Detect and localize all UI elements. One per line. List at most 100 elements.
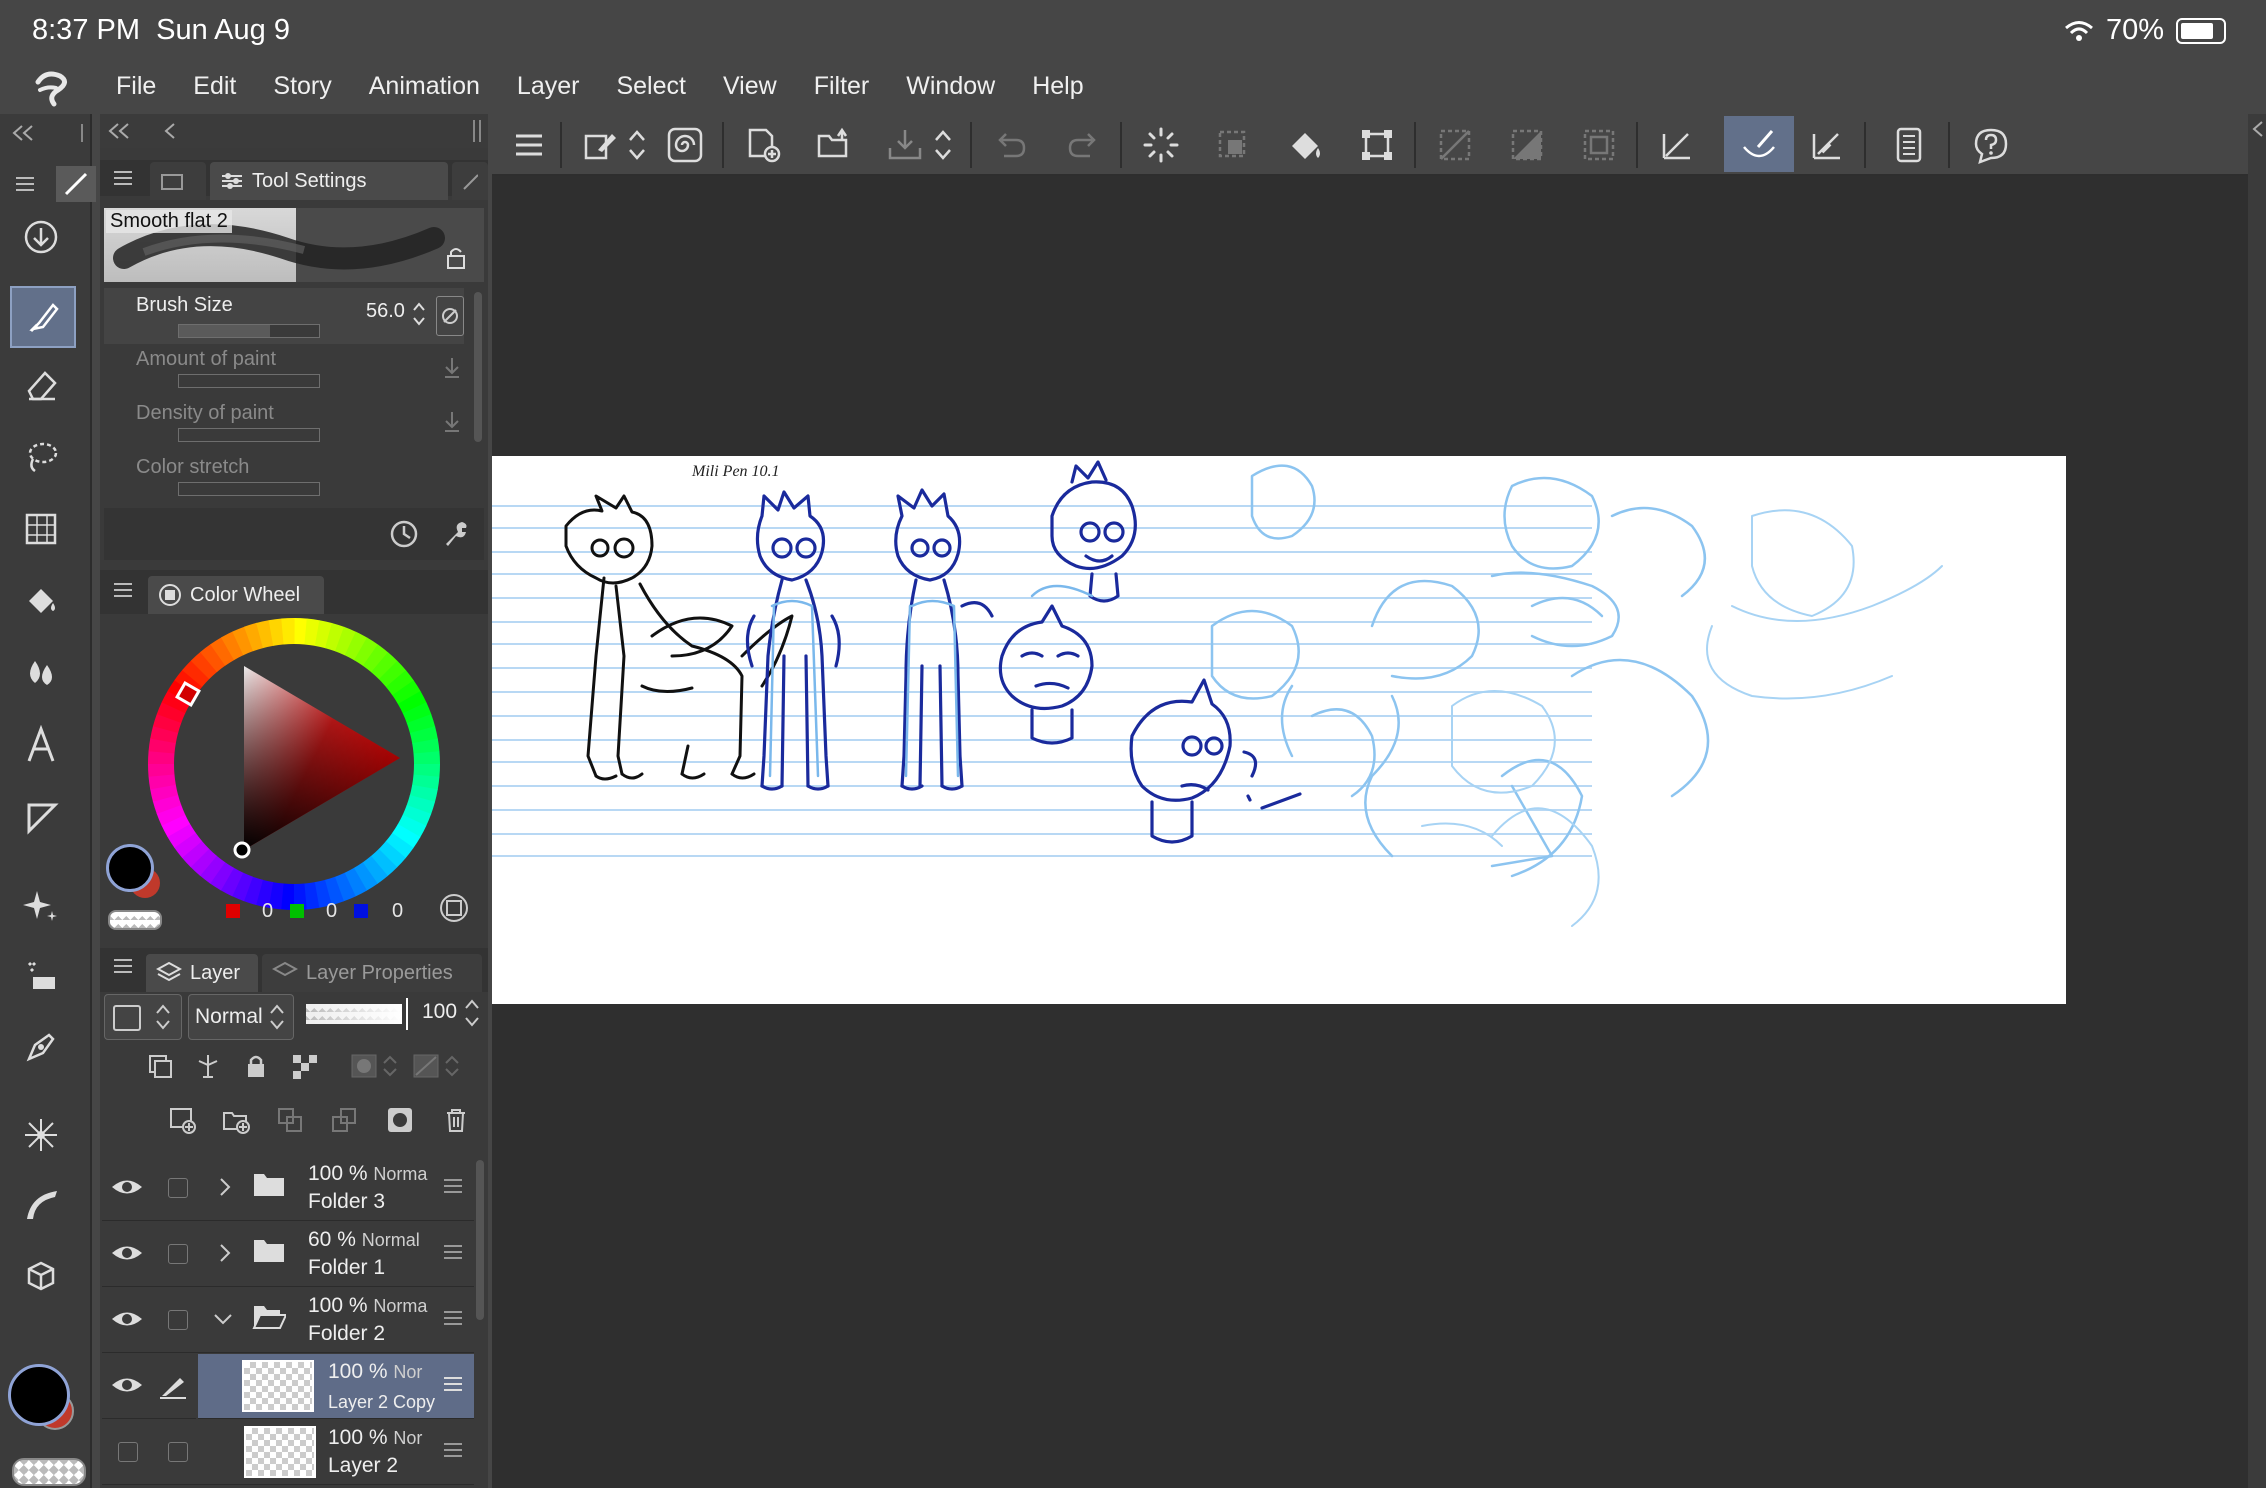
- ruler-enable-icon[interactable]: [412, 1046, 466, 1086]
- updown-chevron-2-icon[interactable]: [928, 120, 958, 170]
- lock-transparency-icon[interactable]: [284, 1046, 324, 1086]
- panel-menu-icon[interactable]: [114, 582, 132, 598]
- transfer-down-icon[interactable]: [324, 1100, 364, 1140]
- amount-pressure-icon[interactable]: [442, 356, 462, 380]
- tab-brush[interactable]: [452, 162, 488, 200]
- panel-menu-icon[interactable]: [114, 170, 132, 186]
- chevron-down-icon[interactable]: [212, 1312, 234, 1326]
- blue-value[interactable]: 0: [392, 900, 403, 923]
- text-tool-icon[interactable]: [8, 714, 74, 776]
- brush-size-row[interactable]: Brush Size 56.0: [104, 288, 464, 344]
- vector-pen-icon[interactable]: [1652, 120, 1702, 170]
- opacity-value[interactable]: 100: [422, 1000, 457, 1024]
- dropper-icon[interactable]: [8, 944, 74, 1006]
- menu-view[interactable]: View: [723, 72, 777, 101]
- layer-checkbox[interactable]: [168, 1310, 188, 1330]
- save-icon[interactable]: [880, 120, 930, 170]
- fill-bucket-icon[interactable]: [8, 570, 74, 632]
- device-settings-icon[interactable]: [1884, 120, 1934, 170]
- layer-color-select[interactable]: [104, 994, 182, 1040]
- lock-layer-icon[interactable]: [236, 1046, 276, 1086]
- tab-tool-settings[interactable]: Tool Settings: [210, 162, 448, 200]
- burst-icon[interactable]: [8, 1104, 74, 1166]
- menu-filter[interactable]: Filter: [814, 72, 870, 101]
- opacity-slider-thumb[interactable]: [406, 998, 408, 1030]
- transform-icon[interactable]: [1352, 120, 1402, 170]
- eye-icon[interactable]: [110, 1174, 144, 1200]
- panel-menu-icon[interactable]: [114, 958, 132, 974]
- red-value[interactable]: 0: [262, 900, 273, 923]
- blend-mode-select[interactable]: Normal: [188, 994, 294, 1040]
- density-slider[interactable]: [178, 428, 320, 442]
- spiral-icon[interactable]: [660, 120, 710, 170]
- hamburger-menu-icon[interactable]: [504, 120, 554, 170]
- app-logo-icon[interactable]: [30, 68, 78, 108]
- merge-down-icon[interactable]: [270, 1100, 310, 1140]
- main-sub-color-swatch[interactable]: [6, 1362, 76, 1432]
- eye-icon[interactable]: [110, 1372, 144, 1398]
- download-icon[interactable]: [8, 206, 74, 268]
- layer-menu-icon[interactable]: [444, 1376, 462, 1392]
- open-folder-icon[interactable]: [810, 120, 860, 170]
- tab-color-wheel[interactable]: Color Wheel: [148, 576, 324, 614]
- amount-slider[interactable]: [178, 374, 320, 388]
- frame-border-icon[interactable]: [8, 786, 74, 848]
- right-dock-strip[interactable]: [2248, 114, 2266, 1488]
- brush-preview[interactable]: Smooth flat 2: [104, 208, 484, 282]
- menu-help[interactable]: Help: [1032, 72, 1083, 101]
- tool-settings-scrollbar[interactable]: [474, 292, 482, 442]
- layer-row-folder-2[interactable]: 100 % Norma Folder 2: [102, 1288, 474, 1353]
- layer-menu-icon[interactable]: [444, 1442, 462, 1458]
- fill-icon[interactable]: [1280, 120, 1330, 170]
- layer-menu-icon[interactable]: [444, 1178, 462, 1194]
- eye-icon[interactable]: [110, 1306, 144, 1332]
- wrench-icon[interactable]: [440, 518, 472, 550]
- selection-border-icon[interactable]: [1574, 120, 1624, 170]
- loading-spinner-icon[interactable]: [1136, 120, 1186, 170]
- select-area-icon[interactable]: [1208, 120, 1258, 170]
- color-swatch-pair[interactable]: [104, 842, 164, 902]
- blend-drops-icon[interactable]: [8, 642, 74, 704]
- updown-chevron-icon[interactable]: [622, 120, 652, 170]
- menu-story[interactable]: Story: [273, 72, 331, 101]
- color-picker-marker[interactable]: [233, 841, 251, 859]
- layer-row-folder-1[interactable]: 60 % Normal Folder 1: [102, 1222, 474, 1287]
- layer-list-scrollbar[interactable]: [476, 1160, 484, 1320]
- brush-size-slider[interactable]: [178, 324, 320, 338]
- reference-layer-icon[interactable]: [188, 1046, 228, 1086]
- eraser-icon[interactable]: [8, 354, 74, 416]
- transparent-color-swatch[interactable]: [12, 1458, 86, 1486]
- menu-edit[interactable]: Edit: [193, 72, 236, 101]
- menu-file[interactable]: File: [116, 72, 156, 101]
- visibility-checkbox[interactable]: [118, 1442, 138, 1462]
- new-canvas-icon[interactable]: [738, 120, 788, 170]
- new-folder-icon[interactable]: [216, 1100, 256, 1140]
- lasso-icon[interactable]: [8, 426, 74, 488]
- pen-nib-icon[interactable]: [8, 1016, 74, 1078]
- stepper-icon[interactable]: [412, 300, 426, 328]
- brush-tool-icon[interactable]: [10, 286, 76, 348]
- collapse-handle[interactable]: [4, 120, 89, 146]
- density-pressure-icon[interactable]: [442, 410, 462, 434]
- layer-checkbox[interactable]: [168, 1442, 188, 1462]
- drawing-canvas[interactable]: Mili Pen 10.1: [492, 456, 2066, 1004]
- 3d-cube-icon[interactable]: [8, 1246, 74, 1308]
- layer-menu-icon[interactable]: [444, 1244, 462, 1260]
- chevron-right-icon[interactable]: [218, 1176, 232, 1198]
- layer-row-layer-2[interactable]: 100 % Nor Layer 2: [102, 1420, 474, 1485]
- pressure-toggle[interactable]: [436, 296, 464, 336]
- eye-icon[interactable]: [110, 1240, 144, 1266]
- layer-checkbox[interactable]: [168, 1244, 188, 1264]
- sparkle-icon[interactable]: [8, 874, 74, 936]
- tab-layer-properties[interactable]: Layer Properties: [262, 954, 482, 992]
- opacity-slider[interactable]: [306, 1004, 402, 1024]
- menu-layer[interactable]: Layer: [517, 72, 580, 101]
- ruler-pen-icon[interactable]: [1802, 120, 1852, 170]
- layer-row-folder-3[interactable]: 100 % Norma Folder 3: [102, 1156, 474, 1221]
- grid-transform-icon[interactable]: [8, 498, 74, 560]
- color-mode-icon[interactable]: [438, 892, 470, 924]
- create-mask-icon[interactable]: [380, 1100, 420, 1140]
- curve-ruler-icon[interactable]: [8, 1174, 74, 1236]
- pen-settings-icon[interactable]: [576, 120, 626, 170]
- transparent-swatch[interactable]: [108, 910, 162, 930]
